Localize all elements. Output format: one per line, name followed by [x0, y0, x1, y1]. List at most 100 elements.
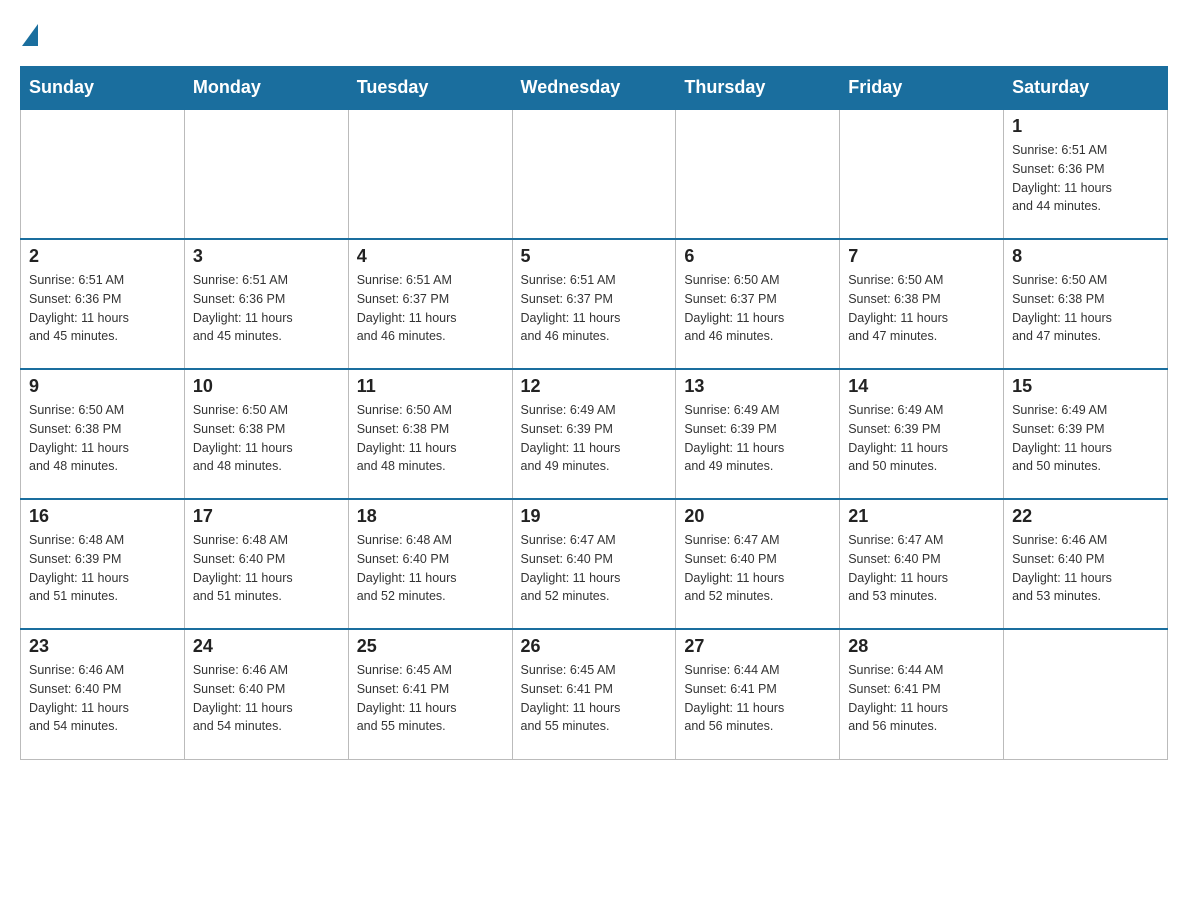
calendar-cell [21, 109, 185, 239]
day-number: 13 [684, 376, 831, 397]
calendar-cell: 12 Sunrise: 6:49 AMSunset: 6:39 PMDayligh… [512, 369, 676, 499]
calendar-cell: 17Sunrise: 6:48 AMSunset: 6:40 PMDayligh… [184, 499, 348, 629]
day-of-week-header: Monday [184, 67, 348, 110]
day-info: Sunrise: 6:51 AMSunset: 6:36 PMDaylight:… [29, 271, 176, 346]
calendar-cell: 23Sunrise: 6:46 AMSunset: 6:40 PMDayligh… [21, 629, 185, 759]
calendar-cell: 9Sunrise: 6:50 AMSunset: 6:38 PMDaylight… [21, 369, 185, 499]
day-number: 4 [357, 246, 504, 267]
calendar-cell: 3 Sunrise: 6:51 AMSunset: 6:36 PMDaylight… [184, 239, 348, 369]
calendar-week-row: 9 Sunrise: 6:50 AMSunset: 6:38 PMDaylight… [21, 369, 1168, 499]
day-info: Sunrise: 6:50 AMSunset: 6:38 PMDaylight:… [357, 401, 504, 476]
calendar-cell: 10 Sunrise: 6:50 AMSunset: 6:38 PMDayligh… [184, 369, 348, 499]
day-number: 14 [848, 376, 995, 397]
day-number: 24 [193, 636, 340, 657]
calendar-week-row: 2 Sunrise: 6:51 AMSunset: 6:36 PMDaylight… [21, 239, 1168, 369]
day-of-week-header: Sunday [21, 67, 185, 110]
day-info: Sunrise: 6:50 AMSunset: 6:38 PMDaylight:… [848, 271, 995, 346]
day-info: Sunrise: 6:48 AMSunset: 6:40 PMDaylight:… [193, 531, 340, 606]
day-info: Sunrise: 6:49 AMSunset: 6:39 PMDaylight:… [684, 401, 831, 476]
calendar-cell: 15 Sunrise: 6:49 AMSunset: 6:39 PMDayligh… [1004, 369, 1168, 499]
day-number: 2 [29, 246, 176, 267]
calendar-cell: 16 Sunrise: 6:48 AMSunset: 6:39 PMDayligh… [21, 499, 185, 629]
calendar-week-row: 23 Sunrise: 6:46 AMSunset: 6:40 PMDayligh… [21, 629, 1168, 759]
day-number: 9 [29, 376, 176, 397]
day-info: Sunrise: 6:51 AMSunset: 6:36 PMDaylight:… [1012, 141, 1159, 216]
day-number: 11 [357, 376, 504, 397]
calendar-week-row: 16 Sunrise: 6:48 AMSunset: 6:39 PMDayligh… [21, 499, 1168, 629]
day-info: Sunrise: 6:44 AMSunset: 6:41 PMDaylight:… [684, 661, 831, 736]
day-of-week-header: Wednesday [512, 67, 676, 110]
calendar-cell: 5 Sunrise: 6:51 AMSunset: 6:37 PMDaylight… [512, 239, 676, 369]
calendar-cell: 14 Sunrise: 6:49 AMSunset: 6:39 PMDayligh… [840, 369, 1004, 499]
day-number: 8 [1012, 246, 1159, 267]
calendar-cell [184, 109, 348, 239]
day-info: Sunrise: 6:47 AMSunset: 6:40 PMDaylight:… [684, 531, 831, 606]
calendar-cell: 24 Sunrise: 6:46 AMSunset: 6:40 PMDayligh… [184, 629, 348, 759]
calendar-cell: 19 Sunrise: 6:47 AMSunset: 6:40 PMDayligh… [512, 499, 676, 629]
day-number: 16 [29, 506, 176, 527]
day-number: 25 [357, 636, 504, 657]
logo-triangle-icon [22, 24, 38, 46]
calendar-cell: 25 Sunrise: 6:45 AMSunset: 6:41 PMDayligh… [348, 629, 512, 759]
day-info: Sunrise: 6:47 AMSunset: 6:40 PMDaylight:… [848, 531, 995, 606]
calendar-cell: 21Sunrise: 6:47 AMSunset: 6:40 PMDayligh… [840, 499, 1004, 629]
day-info: Sunrise: 6:50 AMSunset: 6:37 PMDaylight:… [684, 271, 831, 346]
day-number: 19 [521, 506, 668, 527]
calendar-cell [840, 109, 1004, 239]
day-info: Sunrise: 6:45 AMSunset: 6:41 PMDaylight:… [521, 661, 668, 736]
day-info: Sunrise: 6:51 AMSunset: 6:37 PMDaylight:… [357, 271, 504, 346]
calendar-cell: 2 Sunrise: 6:51 AMSunset: 6:36 PMDaylight… [21, 239, 185, 369]
day-info: Sunrise: 6:46 AMSunset: 6:40 PMDaylight:… [1012, 531, 1159, 606]
day-number: 10 [193, 376, 340, 397]
calendar-cell: 28 Sunrise: 6:44 AMSunset: 6:41 PMDayligh… [840, 629, 1004, 759]
day-number: 1 [1012, 116, 1159, 137]
day-number: 5 [521, 246, 668, 267]
day-number: 15 [1012, 376, 1159, 397]
day-of-week-header: Friday [840, 67, 1004, 110]
day-number: 23 [29, 636, 176, 657]
day-number: 28 [848, 636, 995, 657]
day-of-week-header: Tuesday [348, 67, 512, 110]
day-number: 7 [848, 246, 995, 267]
calendar-week-row: 1 Sunrise: 6:51 AMSunset: 6:36 PMDaylight… [21, 109, 1168, 239]
calendar-cell: 8 Sunrise: 6:50 AMSunset: 6:38 PMDaylight… [1004, 239, 1168, 369]
calendar-cell [512, 109, 676, 239]
day-info: Sunrise: 6:49 AMSunset: 6:39 PMDaylight:… [848, 401, 995, 476]
day-info: Sunrise: 6:48 AMSunset: 6:39 PMDaylight:… [29, 531, 176, 606]
day-number: 6 [684, 246, 831, 267]
day-info: Sunrise: 6:51 AMSunset: 6:36 PMDaylight:… [193, 271, 340, 346]
calendar-cell [676, 109, 840, 239]
day-info: Sunrise: 6:47 AMSunset: 6:40 PMDaylight:… [521, 531, 668, 606]
day-info: Sunrise: 6:51 AMSunset: 6:37 PMDaylight:… [521, 271, 668, 346]
day-number: 26 [521, 636, 668, 657]
days-of-week-row: SundayMondayTuesdayWednesdayThursdayFrid… [21, 67, 1168, 110]
day-info: Sunrise: 6:50 AMSunset: 6:38 PMDaylight:… [193, 401, 340, 476]
calendar-cell: 1 Sunrise: 6:51 AMSunset: 6:36 PMDaylight… [1004, 109, 1168, 239]
calendar-header: SundayMondayTuesdayWednesdayThursdayFrid… [21, 67, 1168, 110]
day-info: Sunrise: 6:49 AMSunset: 6:39 PMDaylight:… [1012, 401, 1159, 476]
calendar-cell: 13 Sunrise: 6:49 AMSunset: 6:39 PMDayligh… [676, 369, 840, 499]
calendar-cell: 26 Sunrise: 6:45 AMSunset: 6:41 PMDayligh… [512, 629, 676, 759]
day-number: 20 [684, 506, 831, 527]
day-number: 18 [357, 506, 504, 527]
day-number: 12 [521, 376, 668, 397]
day-info: Sunrise: 6:49 AMSunset: 6:39 PMDaylight:… [521, 401, 668, 476]
day-number: 27 [684, 636, 831, 657]
day-info: Sunrise: 6:46 AMSunset: 6:40 PMDaylight:… [193, 661, 340, 736]
calendar-cell: 22 Sunrise: 6:46 AMSunset: 6:40 PMDayligh… [1004, 499, 1168, 629]
day-info: Sunrise: 6:50 AMSunset: 6:38 PMDaylight:… [1012, 271, 1159, 346]
day-number: 22 [1012, 506, 1159, 527]
calendar-cell: 18Sunrise: 6:48 AMSunset: 6:40 PMDayligh… [348, 499, 512, 629]
day-number: 3 [193, 246, 340, 267]
calendar-cell [1004, 629, 1168, 759]
calendar-cell: 6 Sunrise: 6:50 AMSunset: 6:37 PMDaylight… [676, 239, 840, 369]
page-header [20, 20, 1168, 46]
calendar-cell: 27 Sunrise: 6:44 AMSunset: 6:41 PMDayligh… [676, 629, 840, 759]
calendar-cell [348, 109, 512, 239]
calendar-body: 1 Sunrise: 6:51 AMSunset: 6:36 PMDaylight… [21, 109, 1168, 759]
day-of-week-header: Saturday [1004, 67, 1168, 110]
day-info: Sunrise: 6:45 AMSunset: 6:41 PMDaylight:… [357, 661, 504, 736]
day-info: Sunrise: 6:44 AMSunset: 6:41 PMDaylight:… [848, 661, 995, 736]
calendar-table: SundayMondayTuesdayWednesdayThursdayFrid… [20, 66, 1168, 760]
calendar-cell: 20 Sunrise: 6:47 AMSunset: 6:40 PMDayligh… [676, 499, 840, 629]
